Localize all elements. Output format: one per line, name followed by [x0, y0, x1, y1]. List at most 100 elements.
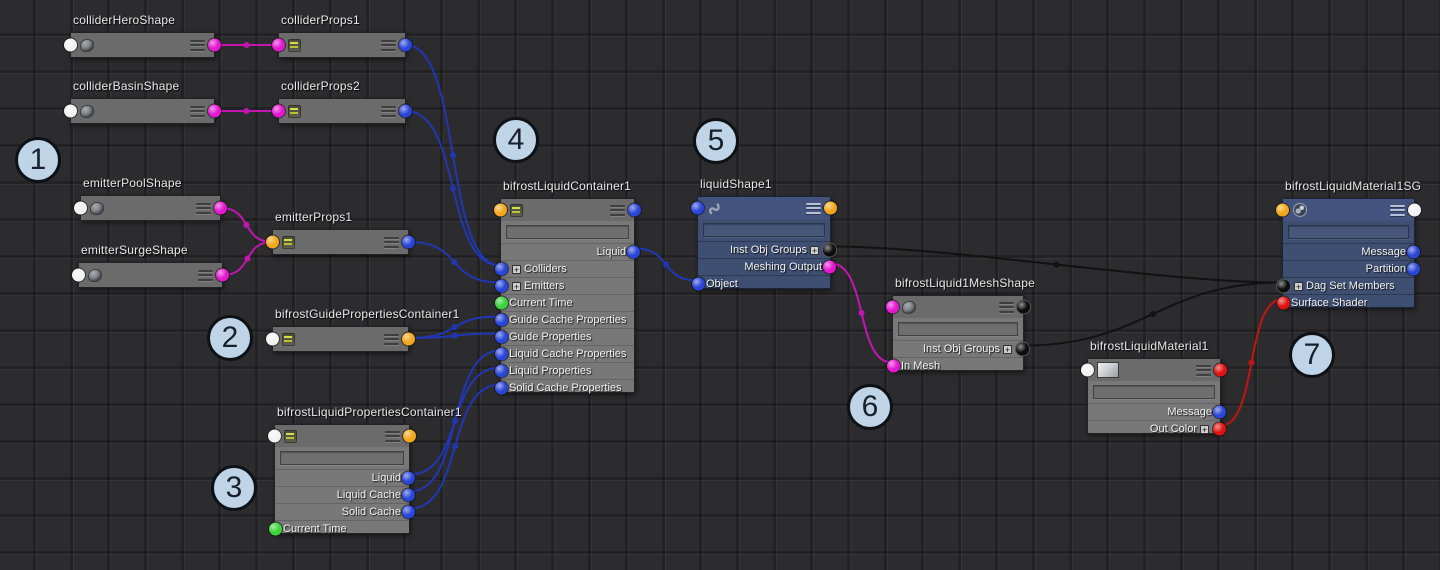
- node-liquidShape1[interactable]: Inst Obj Groups + Meshing Output Object: [691, 196, 837, 292]
- expand-icon[interactable]: +: [512, 281, 521, 291]
- attribute-field[interactable]: [703, 223, 825, 237]
- row-bifrostLiquidMaterial1SG-surface-shader[interactable]: Surface Shader: [1277, 294, 1414, 311]
- menu-icon[interactable]: [196, 202, 211, 214]
- expand-icon[interactable]: +: [1200, 424, 1209, 434]
- port-colliderBasinShape-title-right[interactable]: [208, 104, 221, 118]
- port-bifrostLiquidContainer1-title-right[interactable]: [628, 203, 641, 217]
- port-liquidShape1-inst-obj-groups[interactable]: [823, 243, 836, 257]
- port-bifrostLiquidMaterial1SG-title-right[interactable]: [1408, 203, 1421, 217]
- port-bifrostLiquid1MeshShape-in-mesh[interactable]: [887, 359, 900, 373]
- node-bifrostLiquidMaterial1SG[interactable]: Message Partition + Dag Set Members Surface …: [1276, 198, 1421, 311]
- row-bifrostLiquidContainer1-solid-cache-properties[interactable]: Solid Cache Properties: [495, 379, 634, 396]
- row-bifrostLiquidPropertiesContainer1-current-time[interactable]: Current Time: [269, 520, 409, 537]
- node-colliderProps1[interactable]: [272, 32, 412, 58]
- port-bifrostLiquidContainer1-liquid-properties[interactable]: [495, 364, 508, 378]
- port-bifrostLiquidPropertiesContainer1-liquid[interactable]: [402, 471, 415, 485]
- port-bifrostGuidePropertiesContainer1-title-right[interactable]: [402, 332, 415, 346]
- port-bifrostLiquidContainer1-guide-properties[interactable]: [495, 330, 508, 344]
- menu-icon[interactable]: [1196, 364, 1211, 376]
- port-bifrostLiquid1MeshShape-title-left[interactable]: [886, 300, 899, 314]
- row-bifrostLiquidMaterial1-out-color[interactable]: Out Color +: [1088, 420, 1226, 437]
- port-bifrostLiquid1MeshShape-inst-obj-groups[interactable]: [1016, 342, 1029, 356]
- port-emitterProps1-title-right[interactable]: [402, 235, 415, 249]
- port-emitterPoolShape-title-right[interactable]: [214, 201, 227, 215]
- menu-icon[interactable]: [198, 269, 213, 281]
- node-emitterPoolShape[interactable]: [74, 195, 227, 221]
- row-bifrostLiquidMaterial1SG-dag-set-members[interactable]: + Dag Set Members: [1277, 277, 1414, 294]
- row-bifrostLiquidContainer1-liquid-properties[interactable]: Liquid Properties: [495, 362, 634, 379]
- menu-icon[interactable]: [384, 236, 399, 248]
- row-bifrostLiquidContainer1-colliders[interactable]: + Colliders: [495, 260, 634, 277]
- row-bifrostLiquidMaterial1-message[interactable]: Message: [1088, 403, 1226, 420]
- port-bifrostLiquidPropertiesContainer1-solid-cache[interactable]: [402, 505, 415, 519]
- port-bifrostLiquidContainer1-liquid-cache-properties[interactable]: [495, 347, 508, 361]
- menu-icon[interactable]: [610, 204, 625, 216]
- port-bifrostLiquidMaterial1-title-right[interactable]: [1214, 363, 1227, 377]
- menu-icon[interactable]: [385, 430, 400, 442]
- node-bifrostLiquidContainer1[interactable]: Liquid + Colliders + Emitters Current Time Gui…: [494, 198, 641, 396]
- port-bifrostLiquidPropertiesContainer1-title-left[interactable]: [268, 429, 281, 443]
- port-bifrostLiquidPropertiesContainer1-current-time[interactable]: [269, 522, 282, 536]
- row-bifrostLiquidContainer1-current-time[interactable]: Current Time: [495, 294, 634, 311]
- row-bifrostLiquidContainer1-guide-cache-properties[interactable]: Guide Cache Properties: [495, 311, 634, 328]
- port-bifrostLiquidMaterial1SG-message[interactable]: [1407, 245, 1420, 259]
- port-bifrostLiquidContainer1-solid-cache-properties[interactable]: [495, 381, 508, 395]
- row-bifrostLiquid1MeshShape-inst-obj-groups[interactable]: Inst Obj Groups +: [893, 340, 1029, 357]
- node-bifrostLiquidMaterial1[interactable]: Message Out Color +: [1081, 358, 1227, 437]
- attribute-field[interactable]: [1093, 385, 1215, 399]
- node-colliderProps2[interactable]: [272, 98, 412, 124]
- port-bifrostLiquidContainer1-colliders[interactable]: [495, 262, 508, 276]
- expand-icon[interactable]: +: [1294, 281, 1303, 291]
- node-bifrostLiquidPropertiesContainer1[interactable]: Liquid Liquid Cache Solid Cache Current Tim…: [268, 424, 416, 537]
- port-bifrostLiquidMaterial1SG-title-left[interactable]: [1276, 203, 1289, 217]
- attribute-field[interactable]: [280, 451, 404, 465]
- row-liquidShape1-meshing-output[interactable]: Meshing Output: [698, 258, 836, 275]
- menu-icon[interactable]: [999, 301, 1014, 313]
- menu-icon[interactable]: [1390, 204, 1405, 216]
- row-bifrostLiquidContainer1-liquid[interactable]: Liquid: [501, 243, 640, 260]
- port-emitterSurgeShape-title-left[interactable]: [72, 268, 85, 282]
- port-emitterPoolShape-title-left[interactable]: [74, 201, 87, 215]
- row-bifrostLiquidMaterial1SG-message[interactable]: Message: [1283, 243, 1420, 260]
- port-bifrostLiquidPropertiesContainer1-title-right[interactable]: [403, 429, 416, 443]
- port-liquidShape1-title-left[interactable]: [691, 201, 704, 215]
- menu-icon[interactable]: [381, 39, 396, 51]
- port-liquidShape1-object[interactable]: [692, 277, 705, 291]
- expand-icon[interactable]: +: [810, 245, 819, 255]
- node-bifrostLiquid1MeshShape[interactable]: Inst Obj Groups + In Mesh: [886, 295, 1030, 374]
- row-bifrostLiquid1MeshShape-in-mesh[interactable]: In Mesh: [887, 357, 1023, 374]
- menu-icon[interactable]: [806, 202, 821, 214]
- menu-icon[interactable]: [190, 105, 205, 117]
- port-colliderBasinShape-title-left[interactable]: [64, 104, 77, 118]
- attribute-field[interactable]: [506, 225, 629, 239]
- port-bifrostLiquidMaterial1-out-color[interactable]: [1213, 422, 1226, 436]
- expand-icon[interactable]: +: [512, 264, 521, 274]
- port-colliderProps1-title-right[interactable]: [399, 38, 412, 52]
- port-bifrostLiquidContainer1-current-time[interactable]: [495, 296, 508, 310]
- expand-icon[interactable]: +: [1003, 344, 1012, 354]
- node-bifrostGuidePropertiesContainer1[interactable]: [266, 326, 415, 352]
- port-colliderProps1-title-left[interactable]: [272, 38, 285, 52]
- node-emitterProps1[interactable]: [266, 229, 415, 255]
- node-colliderBasinShape[interactable]: [64, 98, 221, 124]
- row-bifrostLiquidContainer1-emitters[interactable]: + Emitters: [495, 277, 634, 294]
- port-emitterSurgeShape-title-right[interactable]: [216, 268, 229, 282]
- row-liquidShape1-object[interactable]: Object: [692, 275, 830, 292]
- menu-icon[interactable]: [384, 333, 399, 345]
- node-emitterSurgeShape[interactable]: [72, 262, 229, 288]
- port-colliderProps2-title-left[interactable]: [272, 104, 285, 118]
- row-bifrostLiquidMaterial1SG-partition[interactable]: Partition: [1283, 260, 1420, 277]
- port-bifrostLiquidMaterial1SG-surface-shader[interactable]: [1277, 296, 1290, 310]
- port-bifrostLiquidContainer1-title-left[interactable]: [494, 203, 507, 217]
- port-bifrostLiquidMaterial1-message[interactable]: [1213, 405, 1226, 419]
- port-colliderHeroShape-title-left[interactable]: [64, 38, 77, 52]
- port-emitterProps1-title-left[interactable]: [266, 235, 279, 249]
- attribute-field[interactable]: [898, 322, 1018, 336]
- attribute-field[interactable]: [1288, 225, 1409, 239]
- menu-icon[interactable]: [190, 39, 205, 51]
- port-bifrostGuidePropertiesContainer1-title-left[interactable]: [266, 332, 279, 346]
- row-bifrostLiquidPropertiesContainer1-solid-cache[interactable]: Solid Cache: [275, 503, 415, 520]
- port-bifrostLiquidContainer1-liquid[interactable]: [627, 245, 640, 259]
- row-bifrostLiquidContainer1-guide-properties[interactable]: Guide Properties: [495, 328, 634, 345]
- menu-icon[interactable]: [381, 105, 396, 117]
